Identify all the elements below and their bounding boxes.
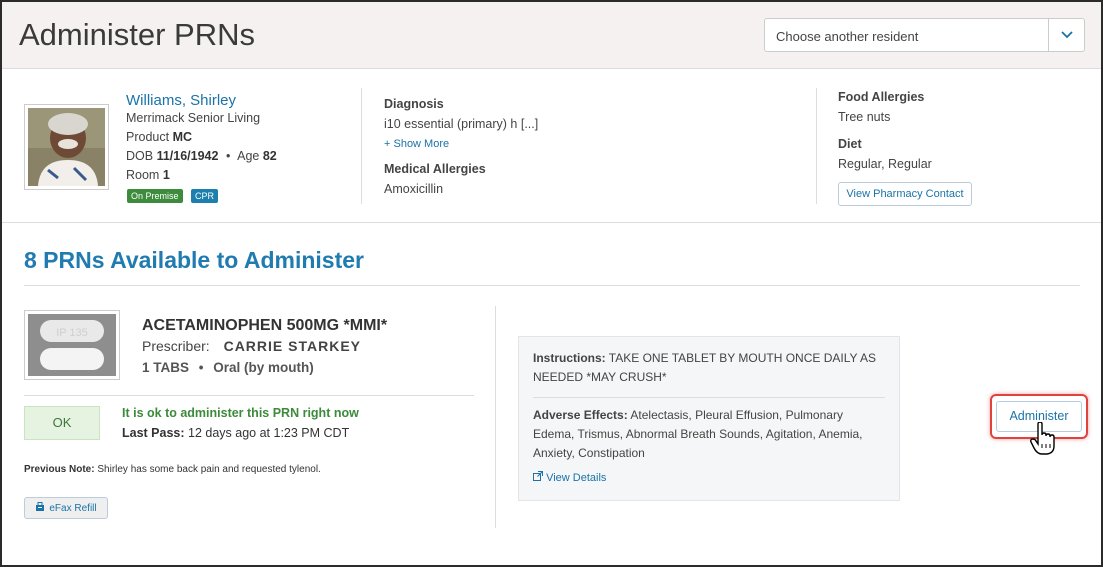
avatar <box>24 104 109 190</box>
divider <box>24 285 1080 286</box>
resident-product: Product MC <box>126 130 192 144</box>
column-divider <box>361 88 362 204</box>
efax-refill-label: eFax Refill <box>49 502 97 514</box>
status-badge-cpr: CPR <box>191 189 219 203</box>
dose-route: 1 TABS • Oral (by mouth) <box>142 360 314 375</box>
dob-label: DOB <box>126 149 154 163</box>
section-title: 8 PRNs Available to Administer <box>24 247 364 273</box>
show-more-label: Show More <box>393 138 450 150</box>
diagnosis-label: Diagnosis <box>384 97 444 111</box>
efax-refill-button[interactable]: eFax Refill <box>24 497 108 519</box>
route: Oral (by mouth) <box>213 360 314 375</box>
view-details-label: View Details <box>546 472 607 484</box>
status-message: It is ok to administer this PRN right no… <box>122 406 359 420</box>
dob-value: 11/16/1942 <box>156 149 219 163</box>
medical-allergies-label: Medical Allergies <box>384 162 486 176</box>
medical-allergies-value: Amoxicillin <box>384 182 444 196</box>
prescriber-name: CARRIE STARKEY <box>223 338 361 354</box>
adverse-effects-label: Adverse Effects: <box>533 408 628 422</box>
last-pass-value: 12 days ago at 1:23 PM CDT <box>188 426 350 440</box>
column-divider <box>495 306 496 528</box>
age-label: Age <box>237 149 260 163</box>
external-link-icon <box>533 471 546 484</box>
adverse-effects: Adverse Effects: Atelectasis, Pleural Ef… <box>533 406 883 463</box>
food-allergies-label: Food Allergies <box>838 90 925 104</box>
product-value: MC <box>172 130 193 144</box>
prescriber: Prescriber: CARRIE STARKEY <box>142 338 361 354</box>
last-pass-label: Last Pass: <box>122 426 185 440</box>
svg-text:IP 135: IP 135 <box>56 327 88 339</box>
resident-dob-age: DOB 11/16/1942 • Age 82 <box>126 149 277 163</box>
resident-select[interactable]: Choose another resident <box>764 18 1085 52</box>
instructions-label: Instructions: <box>533 351 606 365</box>
fax-icon <box>35 501 45 515</box>
status-badge-on-premise: On Premise <box>127 189 183 203</box>
dose: 1 TABS <box>142 360 190 375</box>
page-title: Administer PRNs <box>19 17 255 52</box>
resident-panel: Williams, Shirley Merrimack Senior Livin… <box>2 70 1101 223</box>
resident-facility: Merrimack Senior Living <box>126 111 261 125</box>
drug-name: ACETAMINOPHEN 500MG *MMI* <box>142 317 388 334</box>
previous-note: Previous Note: Shirley has some back pai… <box>24 464 321 475</box>
status-badge: OK <box>24 406 100 440</box>
instructions-panel: Instructions: TAKE ONE TABLET BY MOUTH O… <box>518 336 900 501</box>
diet-value: Regular, Regular <box>838 157 932 171</box>
divider <box>24 395 474 396</box>
column-divider <box>816 88 817 204</box>
age-value: 82 <box>262 149 277 163</box>
product-label: Product <box>126 130 170 144</box>
food-allergies-value: Tree nuts <box>838 110 891 124</box>
diagnosis-value: i10 essential (primary) h [...] <box>384 117 539 131</box>
room-value: 1 <box>162 168 170 182</box>
resident-room: Room 1 <box>126 168 170 182</box>
app-frame: Administer PRNs Choose another resident … <box>0 0 1103 567</box>
prescriber-label: Prescriber: <box>142 338 210 354</box>
show-more-link[interactable]: + Show More <box>384 138 449 150</box>
chevron-down-icon[interactable] <box>1048 19 1084 51</box>
resident-name-link[interactable]: Williams, Shirley <box>126 92 236 109</box>
divider <box>533 397 885 398</box>
diet-label: Diet <box>838 137 862 151</box>
pill-image: IP 135 <box>24 310 120 380</box>
view-pharmacy-contact-button[interactable]: View Pharmacy Contact <box>838 182 972 206</box>
previous-note-value: Shirley has some back pain and requested… <box>97 464 321 475</box>
previous-note-label: Previous Note: <box>24 464 95 475</box>
resident-select-placeholder: Choose another resident <box>776 29 919 44</box>
view-details-link[interactable]: View Details <box>533 471 606 484</box>
page-header: Administer PRNs Choose another resident <box>2 2 1101 69</box>
last-pass: Last Pass: 12 days ago at 1:23 PM CDT <box>122 426 349 440</box>
room-label: Room <box>126 168 160 182</box>
hand-cursor-icon <box>1030 421 1056 461</box>
instructions: Instructions: TAKE ONE TABLET BY MOUTH O… <box>533 349 883 387</box>
